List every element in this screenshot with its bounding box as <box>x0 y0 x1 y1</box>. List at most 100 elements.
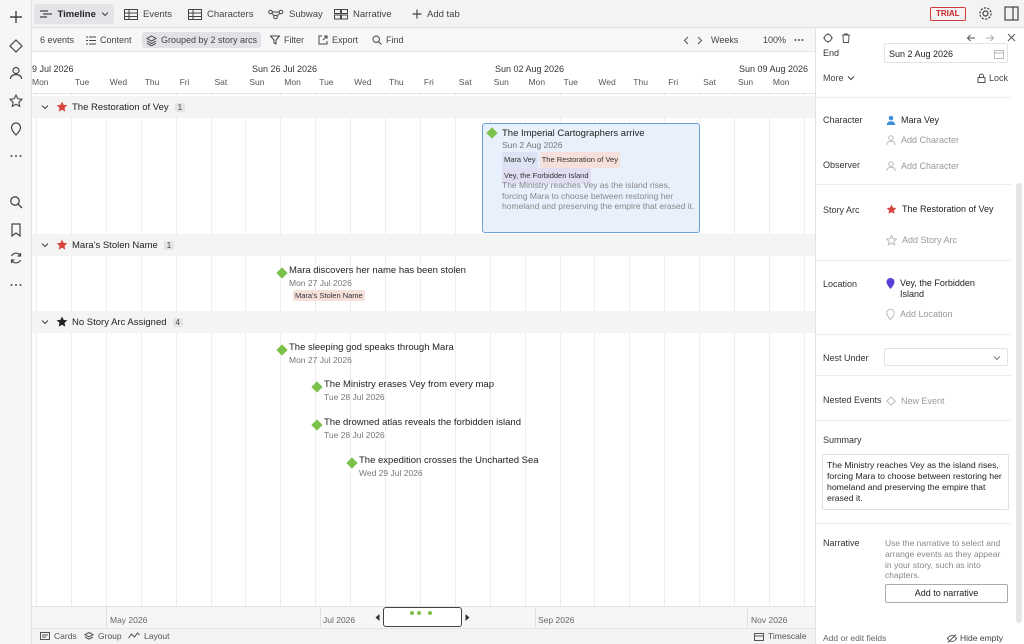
trial-badge[interactable]: TRIAL <box>930 7 966 21</box>
table-icon <box>124 8 138 20</box>
tab-timeline[interactable]: Timeline <box>34 4 114 24</box>
add-to-narrative-button[interactable]: Add to narrative <box>885 584 1008 603</box>
star-icon <box>56 316 68 327</box>
location-value[interactable]: Vey, the Forbidden Island <box>886 278 986 300</box>
group-header[interactable]: Mara's Stolen Name 1 <box>32 234 815 256</box>
group-header[interactable]: The Restoration of Vey 1 <box>32 96 815 118</box>
table-icon <box>188 8 202 20</box>
add-icon[interactable] <box>6 7 26 27</box>
group-button[interactable]: Group <box>84 631 122 641</box>
character-value[interactable]: Mara Vey <box>886 115 939 126</box>
timescale-label: Weeks <box>711 35 739 45</box>
tag-icon[interactable] <box>6 36 26 56</box>
list-icon <box>86 36 96 44</box>
chevron-down-icon[interactable] <box>41 241 49 249</box>
event-card[interactable]: Mara discovers her name has been stolen … <box>276 265 466 303</box>
tab-label: Timeline <box>57 8 96 20</box>
observer-label: Observer <box>823 160 861 170</box>
add-tab-button[interactable]: Add tab <box>406 4 466 24</box>
cards-button[interactable]: Cards <box>40 631 77 641</box>
overview-timeline[interactable]: May 2026 Jul 2026 Sep 2026 Nov 2026 <box>32 606 815 629</box>
day-gridline <box>245 94 247 606</box>
tab-events[interactable]: Events <box>118 4 178 24</box>
story-arc-value[interactable]: The Restoration of Vey <box>886 204 996 215</box>
filter-label: Filter <box>284 35 304 45</box>
scroll-right-icon[interactable] <box>465 613 470 623</box>
add-location-button[interactable]: Add Location <box>886 309 953 320</box>
group-header[interactable]: No Story Arc Assigned 4 <box>32 311 815 333</box>
sync-icon[interactable] <box>6 248 26 268</box>
month-label: Nov 2026 <box>751 615 788 625</box>
scroll-left-icon[interactable] <box>375 613 380 623</box>
more-icon[interactable] <box>6 275 26 295</box>
day-label: Sat <box>703 77 716 87</box>
event-diamond-icon <box>886 396 896 406</box>
event-date: Tue 28 Jul 2026 <box>324 430 385 440</box>
new-event-button[interactable]: New Event <box>886 396 945 407</box>
timescale-select[interactable]: Weeks <box>697 32 738 48</box>
group-by-button[interactable]: Grouped by 2 story arcs <box>142 32 262 48</box>
timeline-grid: The Restoration of Vey 1 The Imperial Ca… <box>32 94 815 606</box>
event-dot <box>417 611 421 615</box>
tab-narrative[interactable]: Narrative <box>328 4 398 24</box>
day-label: Thu <box>633 77 648 87</box>
story-arc-chip[interactable]: Mara's Stolen Name <box>293 290 365 301</box>
event-card[interactable]: The expedition crosses the Uncharted Sea… <box>346 455 548 481</box>
add-observer-label: Add Character <box>901 161 960 171</box>
viewport-window[interactable] <box>383 607 462 627</box>
timescale-button[interactable]: Timescale <box>754 631 806 641</box>
day-label: Wed <box>354 77 372 87</box>
add-observer-button[interactable]: Add Character <box>886 161 959 172</box>
calendar-icon[interactable] <box>994 49 1004 59</box>
layers-icon <box>84 631 94 640</box>
target-icon[interactable] <box>823 33 833 45</box>
character-label: Character <box>823 115 863 125</box>
filter-button[interactable]: Filter <box>270 32 304 48</box>
add-edit-fields-link[interactable]: Add or edit fields <box>823 633 886 643</box>
toggle-panel-icon[interactable] <box>1004 6 1019 23</box>
trash-icon[interactable] <box>841 33 851 45</box>
more-icon[interactable] <box>6 146 26 166</box>
event-card[interactable]: The sleeping god speaks through Mara Mon… <box>276 342 458 368</box>
event-card[interactable]: The drowned atlas reveals the forbidden … <box>311 417 521 443</box>
tab-subway[interactable]: Subway <box>262 4 329 24</box>
export-button[interactable]: Export <box>318 32 358 48</box>
group-title: No Story Arc Assigned <box>72 316 167 328</box>
story-arc-chip[interactable]: The Restoration of Vey <box>539 152 620 168</box>
add-story-arc-button[interactable]: Add Story Arc <box>886 235 957 246</box>
content-button[interactable]: Content <box>86 32 132 48</box>
event-card[interactable]: The Ministry erases Vey from every map T… <box>311 379 494 405</box>
day-label: Fri <box>423 77 434 87</box>
star-icon[interactable] <box>6 91 26 111</box>
more-icon[interactable] <box>794 32 804 48</box>
chevron-down-icon[interactable] <box>41 318 49 326</box>
search-icon[interactable] <box>6 192 26 212</box>
day-gridline <box>175 94 177 606</box>
lock-button[interactable]: Lock <box>977 73 1008 83</box>
end-label: End <box>823 48 840 58</box>
close-icon[interactable] <box>1007 33 1016 44</box>
previous-icon[interactable] <box>683 32 689 48</box>
more-toggle[interactable]: More <box>823 73 855 83</box>
selected-event-card[interactable]: The Imperial Cartographers arrive Sun 2 … <box>482 123 700 233</box>
add-person-icon <box>886 161 896 171</box>
zoom-level[interactable]: 100% <box>763 32 786 48</box>
event-title: The sleeping god speaks through Mara <box>289 342 454 353</box>
bookmark-icon[interactable] <box>6 220 26 240</box>
location-pin-icon <box>886 309 895 320</box>
find-button[interactable]: Find <box>372 32 404 48</box>
location-pin-icon[interactable] <box>6 119 26 139</box>
panel-scrollbar[interactable] <box>1016 183 1022 623</box>
end-date-field[interactable]: Sun 2 Aug 2026 <box>884 43 1008 63</box>
tab-characters[interactable]: Characters <box>182 4 259 24</box>
hide-empty-toggle[interactable]: Hide empty <box>947 633 1003 643</box>
summary-textarea[interactable]: The Ministry reaches Vey as the island r… <box>822 454 1009 510</box>
gear-icon[interactable] <box>978 6 993 23</box>
nest-under-select[interactable] <box>884 348 1008 366</box>
chevron-down-icon[interactable] <box>41 103 49 111</box>
day-label: Wed <box>598 77 616 87</box>
layout-button[interactable]: Layout <box>128 631 170 641</box>
add-character-button[interactable]: Add Character <box>886 135 959 146</box>
person-icon[interactable] <box>6 63 26 83</box>
character-chip[interactable]: Mara Vey <box>502 152 538 168</box>
